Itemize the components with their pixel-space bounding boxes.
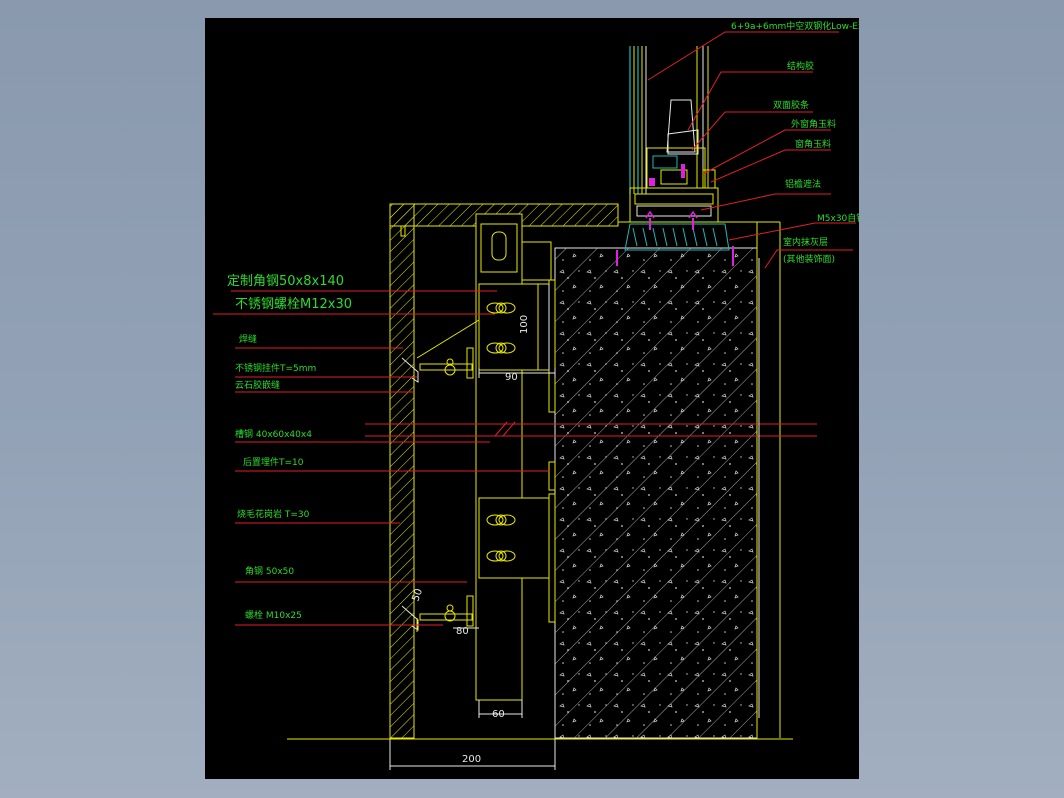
label-embedded-plate: 后置埋件T=10 [243,456,304,468]
drawing-canvas[interactable]: 6+9a+6mm中空双钢化Low-E玻璃 结构胶 双面胶条 外窗角玉料 窗角玉料… [205,18,876,779]
label-plaster: 室内抹灰层 [783,236,828,248]
dim-angle-leg: 80 [456,626,469,637]
window-glazing [616,46,734,266]
label-screw: M5x30自钉 [817,212,859,224]
label-weld: 焊缝 [239,333,257,345]
dim-total-width: 200 [462,754,481,765]
label-bolt: 螺栓 M10x25 [245,609,302,621]
dim-channel-width: 60 [492,709,505,720]
label-structural-sealant: 结构胶 [787,60,814,72]
label-double-tape: 双面胶条 [773,99,809,111]
labels-left: 定制角钢50x8x140 不锈钢螺栓M12x30 焊缝 不锈钢挂件T=5mm 云… [227,274,352,621]
cad-viewport[interactable]: 6+9a+6mm中空双钢化Low-E玻璃 结构胶 双面胶条 外窗角玉料 窗角玉料… [0,0,1064,798]
concrete-wall [554,221,781,739]
label-stainless-hanger: 不锈钢挂件T=5mm [235,362,316,374]
label-channel: 槽钢 40x60x40x4 [235,428,312,440]
section-drawing: 6+9a+6mm中空双钢化Low-E玻璃 结构胶 双面胶条 外窗角玉料 窗角玉料… [213,20,876,770]
dim-plate-width: 90 [505,372,518,383]
label-outer-corner: 外窗角玉料 [791,118,836,130]
labels-right: 6+9a+6mm中空双钢化Low-E玻璃 结构胶 双面胶条 外窗角玉料 窗角玉料… [731,20,876,265]
label-angle-steel: 角钢 50x50 [245,565,294,577]
label-marble-glue: 云石胶嵌缝 [235,379,280,391]
label-glass: 6+9a+6mm中空双钢化Low-E玻璃 [731,20,859,32]
label-corner: 窗角玉料 [795,138,831,150]
label-stainless-bolt: 不锈钢螺栓M12x30 [235,297,352,312]
dim-plate-height: 100 [519,315,530,334]
leaders-right [647,31,856,269]
label-granite: 烧毛花岗岩 T=30 [237,508,310,520]
label-other-finish: (其他装饰面) [783,253,835,265]
label-custom-angle: 定制角钢50x8x140 [227,274,344,289]
label-aluminium-flashing: 铝檐遮法 [785,178,821,190]
